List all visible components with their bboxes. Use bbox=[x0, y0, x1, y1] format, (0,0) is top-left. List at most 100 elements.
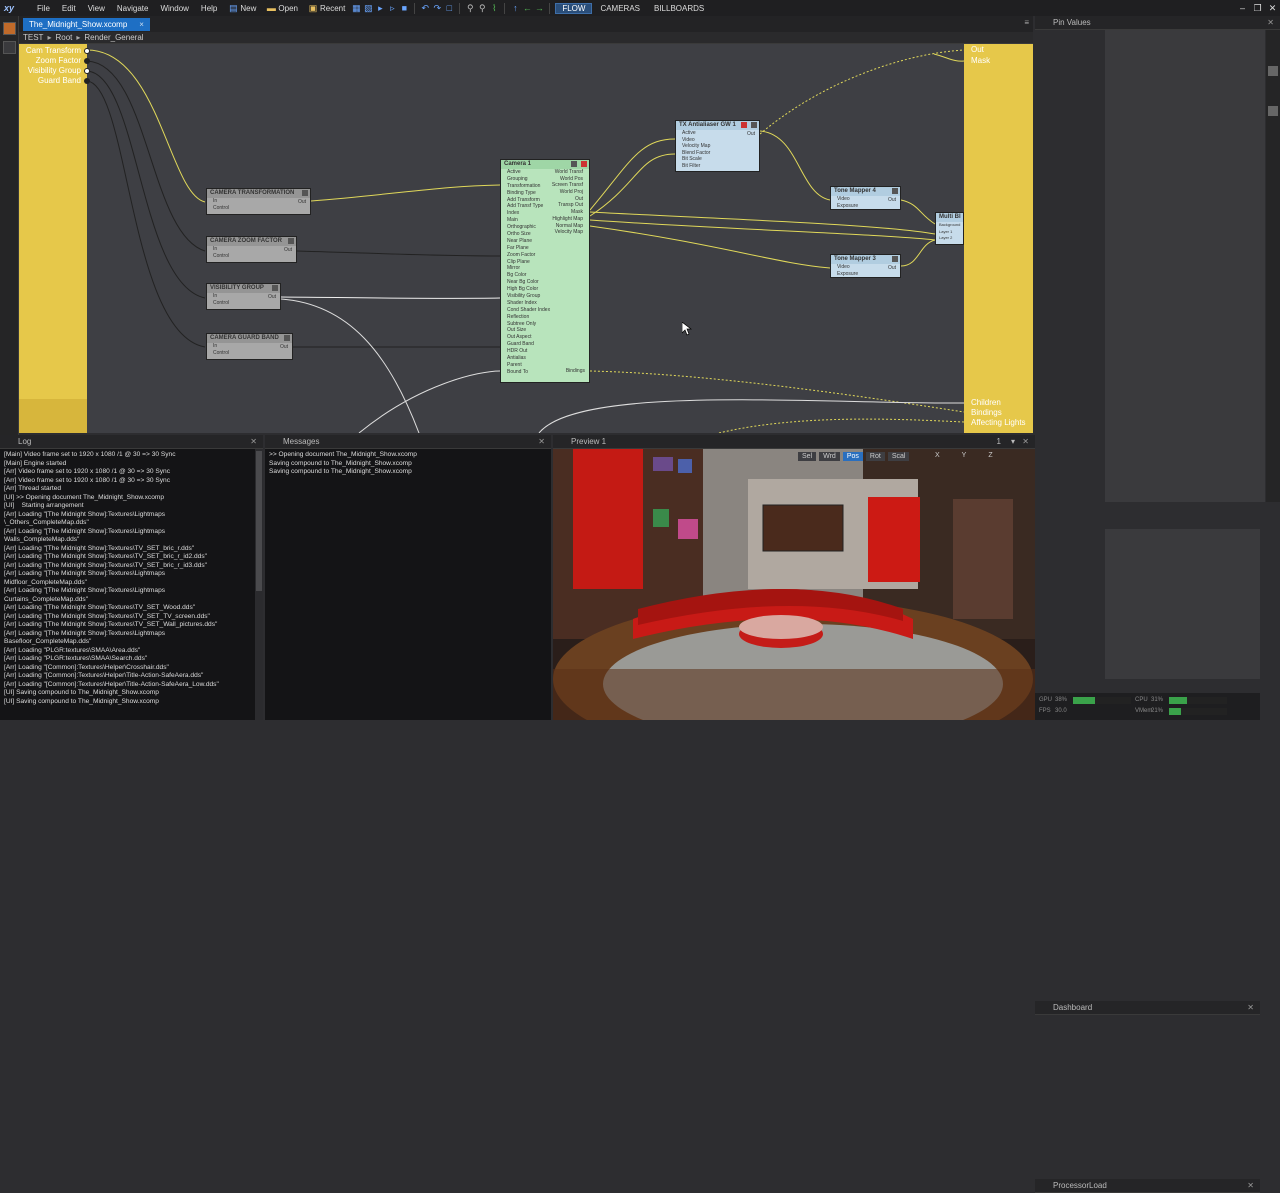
panel-close-icon[interactable]: ✕ bbox=[1247, 1001, 1254, 1015]
zoom-icon[interactable]: ⚲ bbox=[477, 3, 487, 13]
back-arrow-icon[interactable]: ← bbox=[522, 3, 532, 13]
redo-icon[interactable]: ↷ bbox=[432, 3, 442, 13]
tool-wrd[interactable]: Wrd bbox=[819, 452, 840, 461]
node-pin[interactable]: Bit Filter bbox=[676, 163, 759, 170]
undo-icon[interactable]: ↶ bbox=[420, 3, 430, 13]
camera-input-pin[interactable]: Visibility Group bbox=[501, 293, 589, 300]
breadcrumb-render-general[interactable]: Render_General bbox=[84, 33, 143, 42]
menu-view[interactable]: View bbox=[83, 4, 110, 13]
node-menu-icon[interactable] bbox=[571, 161, 577, 167]
tool-rot[interactable]: Rot bbox=[865, 452, 885, 461]
node-pin-layer-2[interactable]: Layer 2 bbox=[936, 235, 963, 242]
tool-pos[interactable]: Pos bbox=[842, 452, 863, 461]
graph-output-children[interactable]: Children bbox=[971, 398, 1001, 407]
mode-flow[interactable]: FLOW bbox=[555, 2, 593, 14]
camera-input-pin[interactable]: Guard Band bbox=[501, 341, 589, 348]
up-arrow-icon[interactable]: ↑ bbox=[510, 3, 520, 13]
camera-input-pin[interactable]: Mirror bbox=[501, 265, 589, 272]
camera-input-pin[interactable]: Near Bg Color bbox=[501, 279, 589, 286]
camera-output-pin[interactable]: World Transf bbox=[552, 169, 583, 176]
recent-button[interactable]: ▣ Recent bbox=[304, 3, 349, 13]
node-pin-control[interactable]: Control bbox=[207, 350, 292, 357]
panel-close-icon[interactable]: ✕ bbox=[250, 435, 257, 449]
panel-close-icon[interactable]: ✕ bbox=[538, 435, 545, 449]
camera-output-pin[interactable]: Out bbox=[552, 196, 583, 203]
camera-input-pin[interactable]: Bg Color bbox=[501, 272, 589, 279]
node-tone-mapper-4[interactable]: Tone Mapper 4 Video Exposure Out bbox=[830, 186, 901, 210]
graph-input-zoom-factor[interactable]: Zoom Factor bbox=[19, 56, 81, 65]
graph-input-cam-transform[interactable]: Cam Transform bbox=[19, 46, 81, 55]
flow-graph-canvas[interactable]: Cam Transform Zoom Factor Visibility Gro… bbox=[19, 44, 1033, 433]
forward-arrow-icon[interactable]: → bbox=[534, 3, 544, 13]
node-camera-zoom-factor[interactable]: CAMERA ZOOM FACTOR In Control Out bbox=[206, 236, 297, 263]
layout-icon[interactable] bbox=[3, 41, 16, 54]
node-menu-icon[interactable] bbox=[581, 161, 587, 167]
node-menu-icon[interactable] bbox=[284, 335, 290, 341]
node-visibility-group[interactable]: VISIBILITY GROUP In Control Out bbox=[206, 283, 281, 310]
graph-output-affecting-lights[interactable]: Affecting Lights bbox=[971, 418, 1026, 427]
node-close-icon[interactable] bbox=[741, 122, 747, 128]
camera-output-pin[interactable]: Screen Transf bbox=[552, 182, 583, 189]
input-port[interactable] bbox=[84, 68, 90, 74]
play-icon[interactable]: ▸ bbox=[375, 3, 385, 13]
log-scrollbar[interactable] bbox=[255, 449, 263, 720]
input-port[interactable] bbox=[84, 78, 90, 84]
camera-input-pin[interactable]: Cond Shader Index bbox=[501, 307, 589, 314]
camera-output-pin[interactable]: Transp Out bbox=[552, 202, 583, 209]
right-tool-icon[interactable] bbox=[1268, 66, 1278, 76]
node-pin-out[interactable]: Out bbox=[280, 344, 288, 350]
axis-x[interactable]: X bbox=[935, 452, 940, 459]
new-button[interactable]: ▤ New bbox=[224, 3, 260, 13]
menu-edit[interactable]: Edit bbox=[57, 4, 81, 13]
mode-cameras[interactable]: CAMERAS bbox=[594, 4, 646, 13]
panel-close-icon[interactable]: ✕ bbox=[1267, 16, 1274, 30]
open-button[interactable]: ▬ Open bbox=[262, 3, 302, 13]
graph-input-visibility-group[interactable]: Visibility Group bbox=[19, 66, 81, 75]
node-pin-exposure[interactable]: Exposure bbox=[831, 203, 900, 210]
preview-viewport[interactable]: Sel Wrd Pos Rot Scal X Y Z bbox=[553, 449, 1035, 720]
preview-dropdown-icon[interactable]: ▾ bbox=[1011, 435, 1015, 449]
panel-close-icon[interactable]: ✕ bbox=[1247, 1179, 1254, 1193]
menu-file[interactable]: File bbox=[32, 4, 55, 13]
tab-menu-icon[interactable]: ≡ bbox=[1024, 18, 1029, 27]
node-menu-icon[interactable] bbox=[892, 256, 898, 262]
tab-close-icon[interactable]: × bbox=[139, 20, 144, 29]
graph-output-mask[interactable]: Mask bbox=[971, 56, 990, 65]
camera-input-pin[interactable]: Subtree Only bbox=[501, 321, 589, 328]
fit-icon[interactable]: □ bbox=[444, 3, 454, 13]
tool-scal[interactable]: Scal bbox=[887, 452, 910, 461]
minimize-icon[interactable]: – bbox=[1235, 0, 1250, 16]
search-icon[interactable]: ⚲ bbox=[465, 3, 475, 13]
node-pin-out[interactable]: Out bbox=[268, 294, 276, 300]
step-icon[interactable]: ▹ bbox=[387, 3, 397, 13]
camera-input-pin[interactable]: Out Size bbox=[501, 327, 589, 334]
node-pin-control[interactable]: Control bbox=[207, 300, 280, 307]
panel-toggle-icon[interactable] bbox=[3, 22, 16, 35]
camera-output-pin[interactable]: Normal Map bbox=[552, 223, 583, 230]
node-pin-out[interactable]: Out bbox=[747, 131, 755, 137]
graph-input-guard-band[interactable]: Guard Band bbox=[19, 76, 81, 85]
axis-z[interactable]: Z bbox=[988, 452, 992, 459]
log-output[interactable]: [Main] Video frame set to 1920 x 1080 /1… bbox=[0, 449, 255, 720]
node-pin-out[interactable]: Out bbox=[888, 265, 896, 271]
node-camera-guard-band[interactable]: CAMERA GUARD BAND In Control Out bbox=[206, 333, 293, 360]
node-tone-mapper-3[interactable]: Tone Mapper 3 Video Exposure Out bbox=[830, 254, 901, 278]
panel-close-icon[interactable]: ✕ bbox=[1022, 435, 1029, 449]
node-menu-icon[interactable] bbox=[272, 285, 278, 291]
menu-window[interactable]: Window bbox=[155, 4, 193, 13]
node-pin-exposure[interactable]: Exposure bbox=[831, 271, 900, 278]
menu-help[interactable]: Help bbox=[196, 4, 222, 13]
graph-output-bindings[interactable]: Bindings bbox=[971, 408, 1002, 417]
node-multi-blend[interactable]: Multi Bl Background Layer 1 Layer 2 bbox=[935, 212, 964, 245]
node-pin-out[interactable]: Out bbox=[298, 199, 306, 205]
close-icon[interactable]: ✕ bbox=[1265, 0, 1280, 16]
axis-y[interactable]: Y bbox=[962, 452, 967, 459]
camera-input-pin[interactable]: Antialias bbox=[501, 355, 589, 362]
camera-output-pin[interactable]: World Proj bbox=[552, 189, 583, 196]
node-menu-icon[interactable] bbox=[302, 190, 308, 196]
node-pin-out[interactable]: Out bbox=[888, 197, 896, 203]
mode-billboards[interactable]: BILLBOARDS bbox=[648, 4, 710, 13]
node-pin-in[interactable]: In bbox=[207, 198, 310, 205]
camera-input-pin[interactable]: Zoom Factor bbox=[501, 252, 589, 259]
node-camera-transformation[interactable]: CAMERA TRANSFORMATION In Control Out bbox=[206, 188, 311, 215]
